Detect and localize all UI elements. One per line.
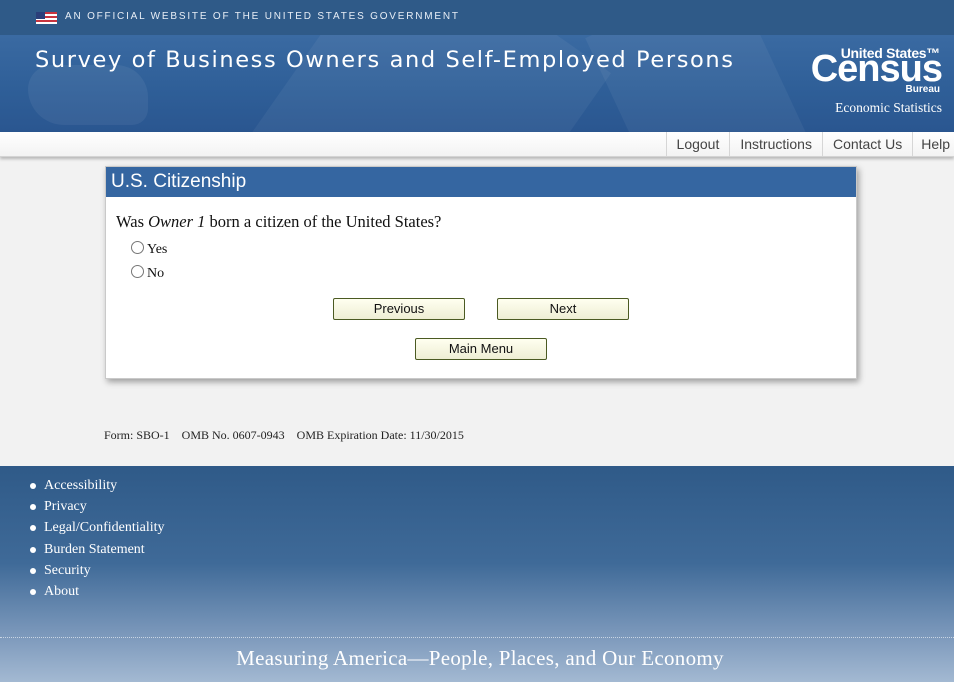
previous-button[interactable]: Previous: [333, 298, 465, 320]
logo-economic-statistics: Economic Statistics: [835, 100, 942, 115]
footer-link-accessibility[interactable]: Accessibility: [30, 478, 165, 499]
footer-link-about[interactable]: About: [30, 584, 165, 605]
logo-census: Census: [810, 48, 943, 90]
site-header: Survey of Business Owners and Self-Emplo…: [0, 35, 954, 132]
footer-link-burden[interactable]: Burden Statement: [30, 542, 165, 563]
option-no-label: No: [147, 266, 165, 281]
main-menu-button[interactable]: Main Menu: [415, 338, 547, 360]
footer: Accessibility Privacy Legal/Confidential…: [0, 466, 954, 682]
footer-link-legal[interactable]: Legal/Confidentiality: [30, 520, 165, 541]
nav-instructions[interactable]: Instructions: [729, 132, 822, 156]
panel-title: U.S. Citizenship: [106, 167, 856, 197]
question-owner: Owner 1: [148, 212, 206, 231]
no-radio[interactable]: [131, 265, 144, 278]
next-button[interactable]: Next: [497, 298, 629, 320]
logo-bureau: Bureau: [905, 84, 940, 95]
footer-tagline: Measuring America—People, Places, and Ou…: [236, 646, 724, 670]
footer-divider: [0, 637, 954, 638]
option-yes-label: Yes: [147, 242, 168, 257]
site-title: Survey of Business Owners and Self-Emplo…: [35, 47, 735, 73]
nav-help[interactable]: Help: [912, 132, 954, 156]
census-logo[interactable]: United States™ Census Bureau Economic St…: [802, 45, 943, 127]
nav-logout[interactable]: Logout: [665, 132, 730, 156]
yes-radio[interactable]: [131, 241, 144, 254]
gov-banner-text: AN OFFICIAL WEBSITE OF THE UNITED STATES…: [65, 11, 460, 22]
us-flag-icon: [36, 12, 57, 24]
question-text: Was Owner 1 born a citizen of the United…: [116, 212, 441, 232]
footer-link-security[interactable]: Security: [30, 563, 165, 584]
question-prefix: Was: [116, 212, 149, 231]
nav-contact-us[interactable]: Contact Us: [821, 132, 912, 156]
gov-banner: AN OFFICIAL WEBSITE OF THE UNITED STATES…: [0, 0, 954, 35]
option-no[interactable]: No: [131, 265, 164, 282]
footer-links: Accessibility Privacy Legal/Confidential…: [30, 478, 165, 605]
citizenship-panel: U.S. Citizenship Was Owner 1 born a citi…: [105, 166, 857, 379]
question-suffix: born a citizen of the United States?: [205, 212, 442, 231]
footer-link-privacy[interactable]: Privacy: [30, 499, 165, 520]
option-yes[interactable]: Yes: [131, 241, 167, 258]
form-omb-info: Form: SBO-1 OMB No. 0607-0943 OMB Expira…: [104, 428, 464, 442]
top-nav: Logout Instructions Contact Us Help: [0, 132, 954, 157]
us-map-icon: [28, 65, 148, 125]
